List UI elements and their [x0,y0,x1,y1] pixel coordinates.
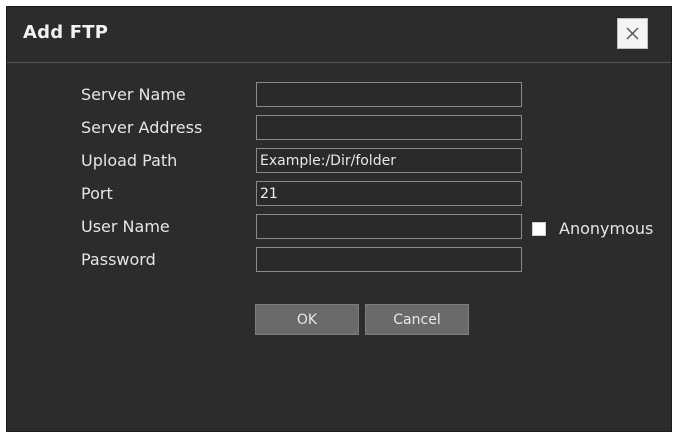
port-label: Port [81,184,113,203]
anonymous-option[interactable]: Anonymous [532,219,653,239]
server-name-label: Server Name [81,85,186,104]
port-input[interactable] [256,181,522,206]
server-name-input[interactable] [256,82,522,107]
ok-button[interactable]: OK [255,304,359,335]
password-input[interactable] [256,247,522,272]
add-ftp-dialog: Add FTP Server Name Server Address Uploa… [6,6,672,432]
cancel-button[interactable]: Cancel [365,304,469,335]
server-address-input[interactable] [256,115,522,140]
password-label: Password [81,250,156,269]
close-icon [626,27,639,40]
close-button[interactable] [617,18,648,49]
user-name-label: User Name [81,217,170,236]
server-address-label: Server Address [81,118,203,137]
upload-path-input[interactable] [256,148,522,173]
dialog-titlebar: Add FTP [7,7,671,63]
dialog-title: Add FTP [23,22,109,43]
anonymous-label: Anonymous [559,219,654,238]
upload-path-label: Upload Path [81,151,178,170]
anonymous-checkbox[interactable] [532,222,546,236]
user-name-input[interactable] [256,214,522,239]
